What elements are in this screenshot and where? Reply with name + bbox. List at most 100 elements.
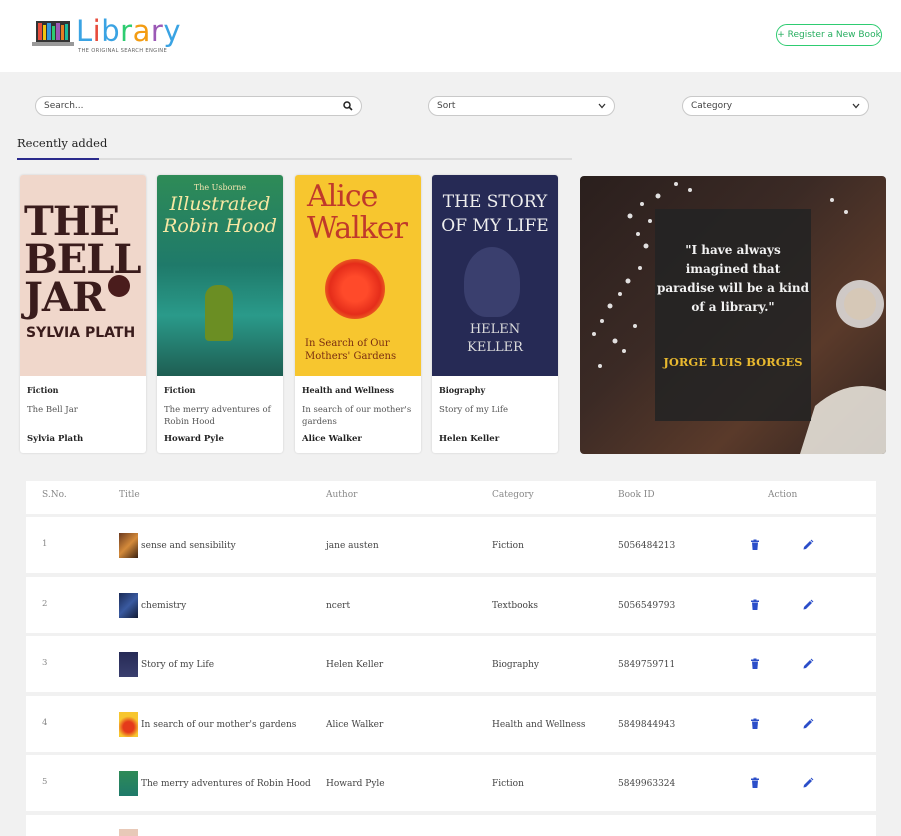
tab-recently-added[interactable]: Recently added	[17, 136, 107, 150]
chevron-down-icon	[852, 103, 860, 109]
search-input[interactable]: Search...	[35, 96, 362, 116]
row-book-id: 5849844943	[618, 720, 676, 730]
header: Library THE ORIGINAL SEARCH ENGINE + Reg…	[0, 0, 901, 72]
row-category: Biography	[492, 660, 539, 670]
chevron-down-icon	[598, 103, 606, 109]
row-category: Fiction	[492, 779, 524, 789]
cover-title-line: Robin Hood	[163, 215, 277, 237]
book-cover: The Usborne Illustrated Robin Hood	[157, 175, 283, 376]
row-author: jane austen	[326, 541, 379, 551]
book-title: Story of my Life	[439, 405, 508, 415]
col-category: Category	[492, 490, 534, 500]
book-cover: Alice Walker In Search of Our Mothers' G…	[295, 175, 421, 376]
cover-title-line: The Usborne	[193, 183, 247, 192]
trash-icon[interactable]	[749, 599, 761, 611]
book-author: Alice Walker	[302, 434, 362, 444]
row-title: sense and sensibility	[141, 541, 236, 551]
category-value: Category	[691, 101, 733, 111]
book-category: Health and Wellness	[302, 385, 394, 395]
table-row	[26, 815, 876, 836]
trash-icon[interactable]	[749, 658, 761, 670]
sort-select[interactable]: Sort	[428, 96, 615, 116]
pencil-icon[interactable]	[802, 718, 814, 730]
row-author: ncert	[326, 601, 351, 611]
quote-banner: "I have always imagined that paradise wi…	[580, 176, 886, 454]
col-book-id: Book ID	[618, 490, 655, 500]
trash-icon[interactable]	[749, 539, 761, 551]
row-author: Alice Walker	[326, 720, 384, 730]
cover-title-line: Alice	[307, 179, 378, 214]
pencil-icon[interactable]	[802, 599, 814, 611]
portrait-illustration	[464, 247, 520, 317]
trash-icon[interactable]	[749, 777, 761, 789]
book-category: Fiction	[164, 385, 196, 395]
pencil-icon[interactable]	[802, 777, 814, 789]
table-row: 4 In search of our mother's gardens Alic…	[26, 696, 876, 752]
book-category: Biography	[439, 385, 486, 395]
row-category: Textbooks	[492, 601, 538, 611]
book-title: In search of our mother's gardens	[302, 405, 412, 427]
row-book-id: 5849759711	[618, 660, 676, 670]
category-select[interactable]: Category	[682, 96, 869, 116]
trash-icon[interactable]	[749, 718, 761, 730]
book-thumbnail	[119, 829, 138, 836]
table-row: 2 chemistry ncert Textbooks 5056549793	[26, 577, 876, 633]
row-title: In search of our mother's gardens	[141, 720, 297, 730]
cover-author: HELEN KELLER	[467, 322, 523, 355]
row-book-id: 5056549793	[618, 601, 676, 611]
archer-illustration	[205, 285, 233, 341]
table-row: 5 The merry adventures of Robin Hood How…	[26, 755, 876, 811]
cover-title-line: Illustrated	[169, 193, 271, 215]
rose-illustration	[108, 275, 130, 297]
logo-tagline: THE ORIGINAL SEARCH ENGINE	[78, 48, 168, 54]
row-category: Health and Wellness	[492, 720, 586, 730]
row-title: chemistry	[141, 601, 187, 611]
book-cover: THE BELL JAR SYLVIA PLATH	[20, 175, 146, 376]
row-book-id: 5056484213	[618, 541, 676, 551]
row-title: Story of my Life	[141, 660, 215, 670]
book-thumbnail	[119, 771, 138, 796]
quote-author: JORGE LUIS BORGES	[663, 355, 803, 369]
col-sno: S.No.	[42, 490, 67, 500]
col-author: Author	[326, 490, 358, 500]
book-card[interactable]: Alice Walker In Search of Our Mothers' G…	[295, 175, 421, 453]
library-logo[interactable]: Library THE ORIGINAL SEARCH ENGINE	[32, 14, 192, 58]
book-card[interactable]: THE BELL JAR SYLVIA PLATH Fiction The Be…	[20, 175, 146, 453]
row-sno: 4	[42, 718, 48, 728]
book-thumbnail	[119, 533, 138, 558]
cover-title-line: Walker	[307, 211, 408, 246]
book-card[interactable]: The Usborne Illustrated Robin Hood Ficti…	[157, 175, 283, 453]
book-thumbnail	[119, 652, 138, 677]
pencil-icon[interactable]	[802, 658, 814, 670]
book-title: The merry adventures of Robin Hood	[164, 405, 271, 427]
table-row: 3 Story of my Life Helen Keller Biograph…	[26, 636, 876, 692]
cover-title-line: THE STORY	[442, 192, 548, 212]
cover-title-line: OF MY LIFE	[441, 216, 549, 236]
active-tab-indicator	[17, 158, 99, 160]
book-author: Helen Keller	[439, 434, 500, 444]
row-sno: 3	[42, 658, 48, 668]
col-title: Title	[119, 490, 140, 500]
tab-underline	[17, 158, 572, 160]
book-cover: THE STORY OF MY LIFE HELEN KELLER	[432, 175, 558, 376]
row-author: Howard Pyle	[326, 779, 385, 789]
logo-wordmark: Library	[76, 14, 181, 48]
row-sno: 5	[42, 777, 48, 787]
row-author: Helen Keller	[326, 660, 384, 670]
table-header: S.No. Title Author Category Book ID Acti…	[26, 481, 876, 514]
search-icon[interactable]	[343, 101, 353, 111]
flower-illustration	[325, 259, 385, 319]
book-category: Fiction	[27, 385, 59, 395]
book-author: Sylvia Plath	[27, 434, 84, 444]
row-sno: 1	[42, 539, 48, 549]
sort-value: Sort	[437, 101, 456, 111]
register-book-button[interactable]: + Register a New Book	[776, 24, 882, 46]
quote-panel: "I have always imagined that paradise wi…	[655, 209, 811, 421]
book-thumbnail	[119, 712, 138, 737]
cover-author: SYLVIA PLATH	[26, 325, 136, 341]
pencil-icon[interactable]	[802, 539, 814, 551]
book-title: The Bell Jar	[27, 405, 78, 415]
book-card[interactable]: THE STORY OF MY LIFE HELEN KELLER Biogra…	[432, 175, 558, 453]
row-sno: 2	[42, 599, 48, 609]
row-title: The merry adventures of Robin Hood	[141, 779, 311, 789]
